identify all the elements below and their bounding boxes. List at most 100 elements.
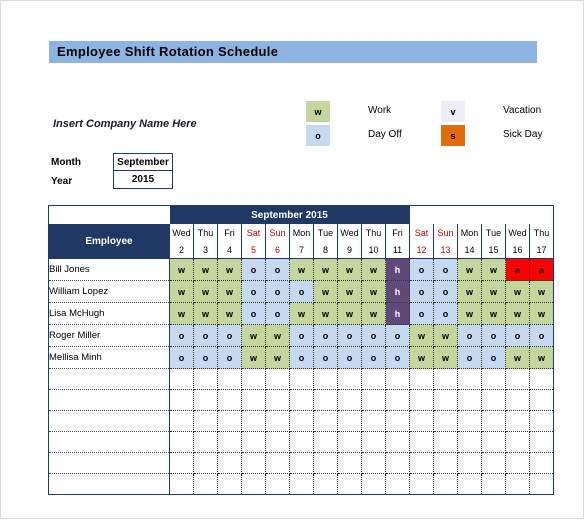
shift-cell[interactable]: w xyxy=(313,258,338,281)
shift-cell[interactable] xyxy=(169,452,194,474)
shift-cell[interactable] xyxy=(505,473,530,495)
shift-cell[interactable]: w xyxy=(529,346,554,369)
shift-cell[interactable] xyxy=(457,473,482,495)
employee-name-cell[interactable]: Mellisa Minh xyxy=(48,346,170,369)
shift-cell[interactable] xyxy=(529,389,554,411)
shift-cell[interactable] xyxy=(169,410,194,432)
employee-name-cell[interactable] xyxy=(48,410,170,432)
shift-cell[interactable]: w xyxy=(217,280,242,303)
employee-name-cell[interactable] xyxy=(48,389,170,411)
shift-cell[interactable]: w xyxy=(457,280,482,303)
shift-cell[interactable] xyxy=(529,410,554,432)
shift-cell[interactable] xyxy=(289,431,314,453)
shift-cell[interactable] xyxy=(361,410,386,432)
shift-cell[interactable] xyxy=(241,431,266,453)
shift-cell[interactable] xyxy=(313,368,338,390)
shift-cell[interactable]: w xyxy=(361,302,386,325)
shift-cell[interactable] xyxy=(193,368,218,390)
shift-cell[interactable] xyxy=(217,431,242,453)
shift-cell[interactable] xyxy=(217,389,242,411)
shift-cell[interactable]: w xyxy=(481,258,506,281)
shift-cell[interactable]: a xyxy=(529,258,554,281)
shift-cell[interactable]: w xyxy=(409,346,434,369)
shift-cell[interactable] xyxy=(169,431,194,453)
shift-cell[interactable] xyxy=(337,410,362,432)
shift-cell[interactable]: w xyxy=(193,302,218,325)
shift-cell[interactable] xyxy=(505,368,530,390)
shift-cell[interactable]: h xyxy=(385,258,410,281)
shift-cell[interactable] xyxy=(265,389,290,411)
shift-cell[interactable] xyxy=(433,389,458,411)
shift-cell[interactable] xyxy=(457,389,482,411)
shift-cell[interactable] xyxy=(217,368,242,390)
shift-cell[interactable] xyxy=(481,410,506,432)
employee-name-cell[interactable]: Roger Miller xyxy=(48,324,170,347)
shift-cell[interactable] xyxy=(529,431,554,453)
shift-cell[interactable]: o xyxy=(385,346,410,369)
shift-cell[interactable] xyxy=(265,473,290,495)
shift-cell[interactable]: o xyxy=(289,346,314,369)
employee-name-cell[interactable] xyxy=(48,452,170,474)
shift-cell[interactable] xyxy=(217,452,242,474)
shift-cell[interactable] xyxy=(385,473,410,495)
shift-cell[interactable] xyxy=(337,368,362,390)
shift-cell[interactable]: h xyxy=(385,280,410,303)
employee-name-cell[interactable]: Lisa McHugh xyxy=(48,302,170,325)
shift-cell[interactable] xyxy=(313,389,338,411)
shift-cell[interactable] xyxy=(289,410,314,432)
shift-cell[interactable] xyxy=(313,452,338,474)
shift-cell[interactable] xyxy=(361,473,386,495)
shift-cell[interactable] xyxy=(337,431,362,453)
shift-cell[interactable]: o xyxy=(481,346,506,369)
shift-cell[interactable] xyxy=(313,431,338,453)
shift-cell[interactable] xyxy=(505,410,530,432)
shift-cell[interactable]: w xyxy=(289,258,314,281)
shift-cell[interactable]: o xyxy=(169,324,194,347)
shift-cell[interactable] xyxy=(169,368,194,390)
shift-cell[interactable] xyxy=(481,431,506,453)
shift-cell[interactable] xyxy=(193,410,218,432)
shift-cell[interactable]: w xyxy=(241,324,266,347)
shift-cell[interactable] xyxy=(505,431,530,453)
shift-cell[interactable]: o xyxy=(385,324,410,347)
shift-cell[interactable] xyxy=(241,473,266,495)
shift-cell[interactable]: o xyxy=(433,280,458,303)
shift-cell[interactable] xyxy=(457,410,482,432)
shift-cell[interactable] xyxy=(505,452,530,474)
shift-cell[interactable]: w xyxy=(529,302,554,325)
shift-cell[interactable] xyxy=(193,473,218,495)
company-name-field[interactable]: Insert Company Name Here xyxy=(53,118,197,130)
shift-cell[interactable]: w xyxy=(409,324,434,347)
shift-cell[interactable]: o xyxy=(313,324,338,347)
shift-cell[interactable]: w xyxy=(193,258,218,281)
shift-cell[interactable] xyxy=(457,431,482,453)
shift-cell[interactable]: o xyxy=(289,280,314,303)
shift-cell[interactable] xyxy=(409,410,434,432)
shift-cell[interactable]: o xyxy=(457,346,482,369)
shift-cell[interactable] xyxy=(361,389,386,411)
shift-cell[interactable]: w xyxy=(265,324,290,347)
shift-cell[interactable]: o xyxy=(241,258,266,281)
shift-cell[interactable] xyxy=(265,431,290,453)
shift-cell[interactable] xyxy=(289,473,314,495)
shift-cell[interactable]: w xyxy=(529,280,554,303)
shift-cell[interactable] xyxy=(433,473,458,495)
shift-cell[interactable] xyxy=(409,452,434,474)
shift-cell[interactable] xyxy=(265,368,290,390)
shift-cell[interactable] xyxy=(409,473,434,495)
shift-cell[interactable]: o xyxy=(241,302,266,325)
shift-cell[interactable]: w xyxy=(313,302,338,325)
shift-cell[interactable]: w xyxy=(193,280,218,303)
shift-cell[interactable] xyxy=(457,452,482,474)
shift-cell[interactable]: o xyxy=(265,302,290,325)
shift-cell[interactable] xyxy=(385,368,410,390)
shift-cell[interactable]: h xyxy=(385,302,410,325)
shift-cell[interactable] xyxy=(241,452,266,474)
employee-name-cell[interactable]: Bill Jones xyxy=(48,258,170,281)
shift-cell[interactable] xyxy=(241,368,266,390)
shift-cell[interactable]: w xyxy=(457,258,482,281)
shift-cell[interactable]: o xyxy=(361,324,386,347)
shift-cell[interactable] xyxy=(241,389,266,411)
shift-cell[interactable]: o xyxy=(505,324,530,347)
shift-cell[interactable]: w xyxy=(361,280,386,303)
